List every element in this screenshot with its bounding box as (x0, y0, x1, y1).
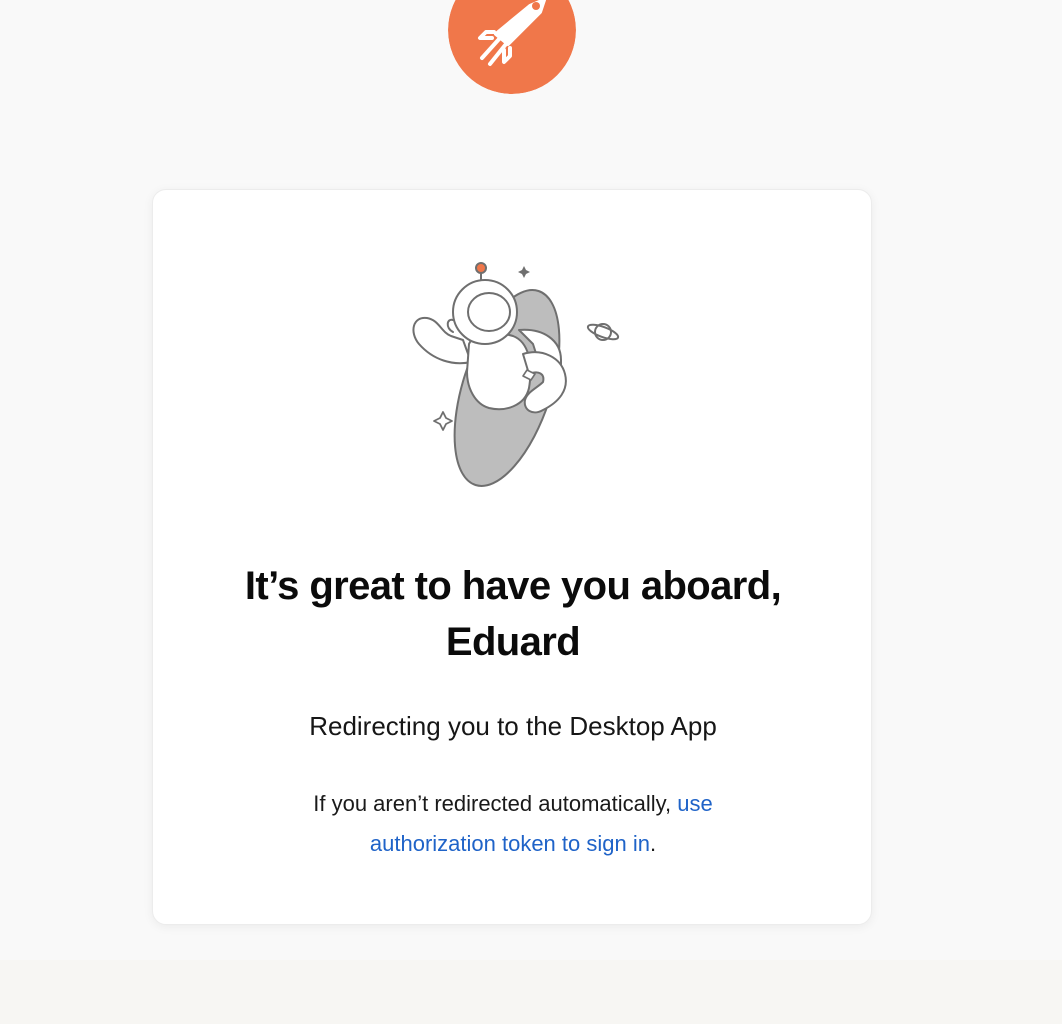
welcome-card: It’s great to have you aboard, Eduard Re… (152, 189, 872, 925)
fallback-text: If you aren’t redirected automatically, (313, 791, 678, 816)
page-footer-band (0, 960, 1062, 1024)
welcome-headline: It’s great to have you aboard, Eduard (244, 564, 782, 664)
redirect-status-text: Redirecting you to the Desktop App (309, 711, 717, 741)
astronaut-riding-rocket-icon (393, 248, 633, 498)
fallback-suffix: . (649, 831, 657, 856)
postman-logo-icon[interactable] (448, 0, 576, 94)
redirect-fallback-note: If you aren’t redirected automatically, … (263, 784, 763, 864)
